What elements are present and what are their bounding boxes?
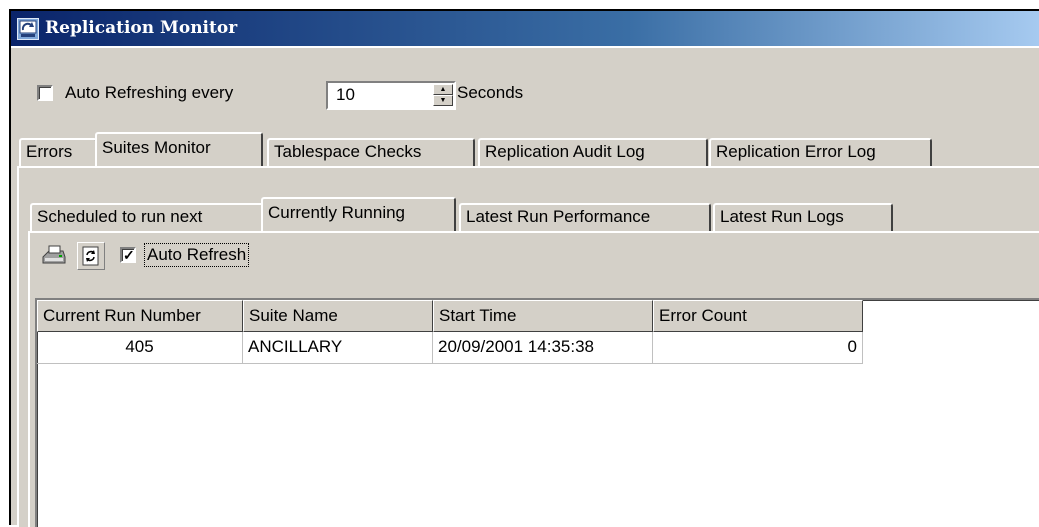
seconds-label: Seconds <box>457 83 524 102</box>
tab-latest-run-performance[interactable]: Latest Run Performance <box>459 203 711 231</box>
printer-icon[interactable] <box>41 243 67 269</box>
refresh-interval-value: 10 <box>336 85 355 104</box>
column-header[interactable]: Error Count <box>653 300 863 332</box>
check-icon: ✓ <box>123 247 135 263</box>
cell-suite-name[interactable]: ANCILLARY <box>243 332 433 364</box>
refresh-icon <box>82 246 99 266</box>
window-title: Replication Monitor <box>45 18 238 38</box>
replication-monitor-window: Replication Monitor Auto Refreshing ever… <box>9 9 1039 527</box>
tab-label: Suites Monitor <box>102 138 211 157</box>
app-icon <box>17 18 39 40</box>
tab-suites-monitor[interactable]: Suites Monitor <box>95 132 263 166</box>
column-header[interactable]: Current Run Number <box>37 300 243 332</box>
auto-refresh-checkbox[interactable]: ✓ <box>120 247 136 263</box>
currently-running-grid: Current Run Number Suite Name Start Time… <box>35 298 1039 527</box>
refresh-button[interactable] <box>77 242 105 270</box>
tab-errors[interactable]: Errors <box>19 138 97 166</box>
main-tab-strip: Errors Suites Monitor Tablespace Checks … <box>11 132 1039 166</box>
refresh-interval-spinner[interactable]: ▲ ▼ <box>433 84 453 107</box>
tab-label: Replication Audit Log <box>485 142 645 161</box>
tab-replication-audit-log[interactable]: Replication Audit Log <box>478 138 708 166</box>
tab-label: Latest Run Logs <box>720 207 844 226</box>
tab-label: Replication Error Log <box>716 142 876 161</box>
tab-label: Currently Running <box>268 203 406 222</box>
spin-up-icon[interactable]: ▲ <box>433 84 453 95</box>
tab-label: Latest Run Performance <box>466 207 651 226</box>
auto-refreshing-checkbox[interactable] <box>37 85 53 101</box>
refresh-interval-input[interactable]: 10 ▲ ▼ <box>326 81 456 110</box>
tab-replication-error-log[interactable]: Replication Error Log <box>709 138 932 166</box>
tab-currently-running[interactable]: Currently Running <box>261 197 456 231</box>
tab-latest-run-logs[interactable]: Latest Run Logs <box>713 203 893 231</box>
tab-label: Tablespace Checks <box>274 142 422 161</box>
spin-down-icon[interactable]: ▼ <box>433 95 453 106</box>
cell-start-time[interactable]: 20/09/2001 14:35:38 <box>433 332 653 364</box>
tab-tablespace-checks[interactable]: Tablespace Checks <box>267 138 475 166</box>
title-bar[interactable]: Replication Monitor <box>11 11 1039 48</box>
tab-scheduled-to-run-next[interactable]: Scheduled to run next <box>30 203 264 231</box>
sub-tab-strip: Scheduled to run next Currently Running … <box>11 197 1039 231</box>
cell-error-count[interactable]: 0 <box>653 332 863 364</box>
auto-refreshing-label: Auto Refreshing every <box>65 83 234 102</box>
column-header[interactable]: Suite Name <box>243 300 433 332</box>
auto-refresh-label: Auto Refresh <box>144 243 250 267</box>
tab-label: Errors <box>26 142 73 161</box>
tab-label: Scheduled to run next <box>37 207 203 226</box>
cell-current-run-number[interactable]: 405 <box>37 332 243 364</box>
column-header[interactable]: Start Time <box>433 300 653 332</box>
